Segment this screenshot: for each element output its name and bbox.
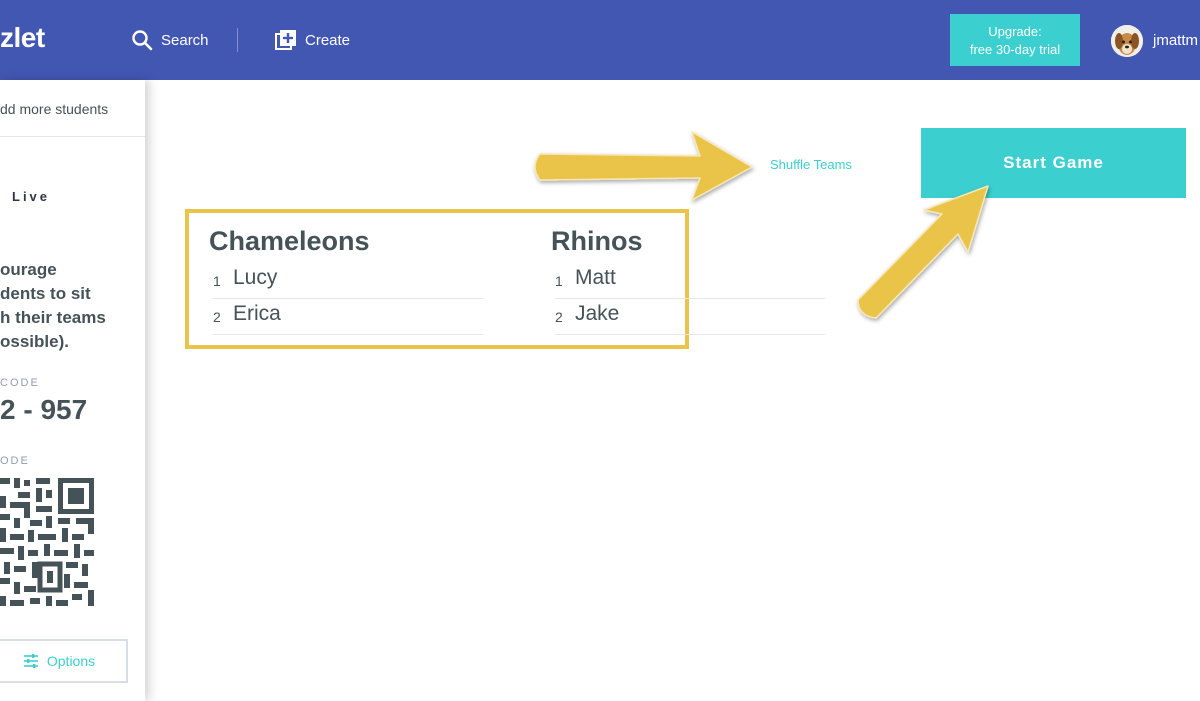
arrow-to-shuffle-icon [534, 131, 753, 201]
arrow-to-start-icon [857, 185, 989, 319]
logo[interactable]: zlet [0, 22, 45, 54]
username[interactable]: jmattm [1153, 32, 1198, 49]
search-icon [132, 30, 153, 51]
team-member-row: 2 Jake [555, 299, 825, 335]
member-name: Lucy [233, 266, 278, 289]
upgrade-line2: free 30-day trial [969, 42, 1061, 57]
member-name: Jake [575, 302, 620, 325]
live-label: Live [12, 189, 51, 204]
create-label: Create [305, 31, 351, 49]
qr-code [0, 478, 94, 606]
create-button[interactable]: Create [275, 28, 350, 52]
annotation-arrows [534, 131, 989, 319]
join-code-label: CODE [0, 377, 40, 389]
shuffle-teams-link[interactable]: Shuffle Teams [770, 157, 852, 172]
team-name: Chameleons [209, 226, 370, 256]
team-name: Rhinos [551, 226, 643, 256]
options-icon [23, 654, 38, 668]
dog-avatar-icon [1111, 25, 1143, 57]
options-button[interactable]: Options [0, 639, 128, 683]
member-number: 2 [555, 309, 563, 325]
nav-divider [237, 28, 238, 52]
team-member-row: 1 Lucy [213, 263, 483, 299]
start-game-button[interactable]: Start Game [921, 128, 1186, 198]
instructions-text: ourage dents to sit h their teams ossibl… [0, 258, 145, 354]
top-bar: zlet Search Create Upgrade: free 30-day … [0, 0, 1200, 80]
member-number: 1 [213, 273, 221, 289]
upgrade-line1: Upgrade: [988, 24, 1042, 39]
member-number: 1 [555, 273, 563, 289]
sidebar-divider [0, 136, 145, 137]
instructions-line: dents to sit [0, 284, 91, 303]
sidebar: dd more students Live ourage dents to si… [0, 80, 145, 701]
team-member-row: 1 Matt [555, 263, 825, 299]
upgrade-button[interactable]: Upgrade: free 30-day trial [950, 14, 1080, 66]
avatar[interactable] [1111, 25, 1143, 57]
qr-code-label: ODE [0, 455, 30, 467]
member-name: Erica [233, 302, 281, 325]
search-button[interactable]: Search [131, 28, 209, 52]
search-label: Search [161, 31, 209, 49]
instructions-line: ossible). [0, 332, 69, 351]
instructions-line: ourage [0, 260, 57, 279]
add-students-link[interactable]: dd more students [0, 101, 108, 117]
member-name: Matt [575, 266, 616, 289]
team-member-row: 2 Erica [213, 299, 483, 335]
create-icon [275, 30, 296, 50]
join-code-value: 2 - 957 [0, 394, 88, 425]
options-label: Options [46, 653, 96, 669]
instructions-line: h their teams [0, 308, 106, 327]
member-number: 2 [213, 309, 221, 325]
